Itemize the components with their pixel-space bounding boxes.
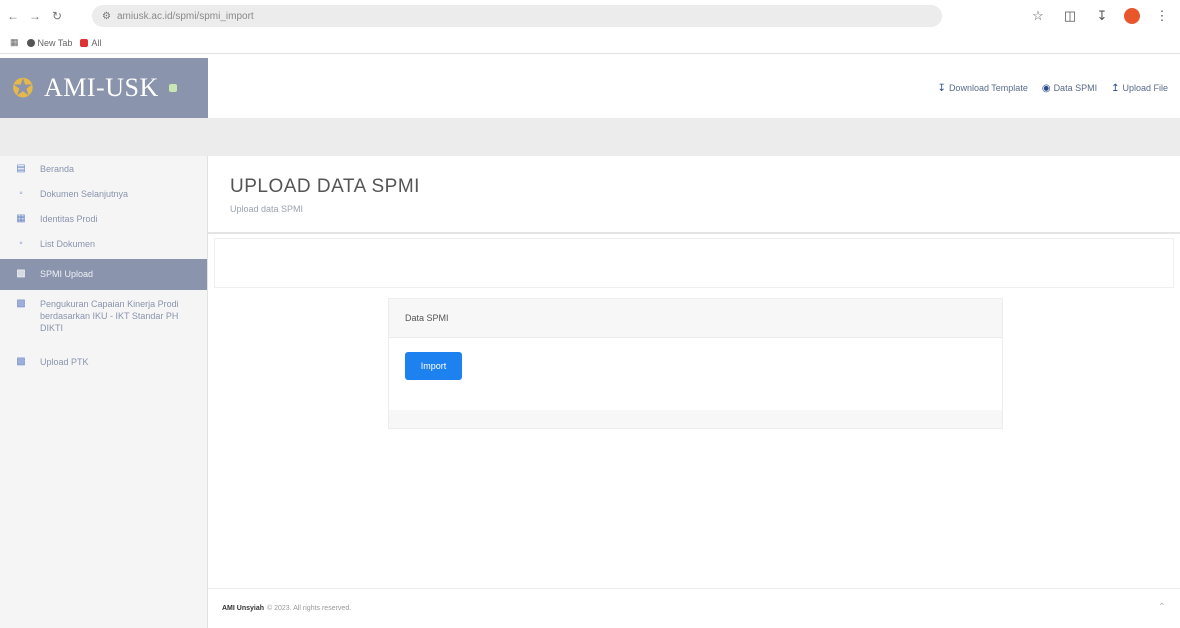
download-template-link[interactable]: ↧ Download Template — [938, 83, 1028, 94]
users-icon: ◉ — [1041, 82, 1051, 94]
footer: AMI Unsyiah © 2023. All rights reserved. — [208, 588, 1180, 628]
folder-icon — [80, 38, 89, 47]
data-spmi-label: Data SPMI — [1053, 83, 1098, 93]
globe-icon — [26, 38, 35, 47]
upload-file-link[interactable]: ↥ Upload File — [1111, 83, 1168, 94]
document-icon: ◦ — [19, 238, 23, 249]
data-spmi-link[interactable]: ◉ Data SPMI — [1042, 83, 1097, 94]
page-subtitle: Upload data SPMI — [230, 204, 304, 214]
download-icon[interactable]: ↧ — [1092, 6, 1112, 26]
upload-icon: ↥ — [1111, 82, 1120, 94]
calendar-icon: ▩ — [16, 356, 26, 367]
top-navbar: ↧ Download Template ◉ Data SPMI ↥ Upload… — [208, 58, 1180, 118]
sidebar-item-label: Pengukuran Capaian Kinerja Prodi berdasa… — [40, 299, 179, 333]
brand-name[interactable]: AMI-USK — [44, 73, 159, 103]
import-button[interactable]: Import — [405, 352, 462, 380]
sidebar-item-label: Identitas Prodi — [40, 214, 98, 224]
extensions-icon[interactable]: ◫ — [1060, 6, 1080, 26]
sidebar-item-label: List Dokumen — [40, 239, 96, 249]
back-icon[interactable]: ← — [4, 7, 22, 25]
calendar-icon: ▩ — [16, 298, 26, 309]
sidebar-item-label: SPMI Upload — [40, 269, 94, 279]
apps-icon[interactable]: ▦ — [10, 37, 19, 48]
sidebar-toggle-icon[interactable] — [168, 84, 177, 92]
bookmarks-bar: ▦ New Tab All — [0, 32, 1180, 54]
address-bar[interactable]: ⚙ amiusk.ac.id/spmi/spmi_import — [92, 5, 942, 27]
bookmark-all[interactable]: All — [80, 38, 101, 48]
id-card-icon: ▦ — [16, 213, 26, 224]
sidebar-item-label: Upload PTK — [40, 357, 89, 367]
calendar-icon: ▩ — [16, 268, 26, 279]
menu-icon[interactable]: ⋮ — [1152, 6, 1172, 26]
sidebar-item-upload-ptk[interactable]: ▩ Upload PTK — [0, 350, 207, 378]
card-header: Data SPMI — [389, 299, 1002, 338]
sidebar-item-pengukuran-capaian[interactable]: ▩ Pengukuran Capaian Kinerja Prodi berda… — [0, 290, 207, 350]
download-icon: ↧ — [937, 82, 946, 94]
chart-icon: ▤ — [16, 163, 26, 174]
sub-header-bar — [0, 118, 1180, 156]
bookmark-new-tab[interactable]: New Tab — [26, 37, 73, 48]
sidebar-item-spmi-upload[interactable]: ▩ SPMI Upload — [0, 259, 207, 290]
main-content: UPLOAD DATA SPMI Upload data SPMI Data S… — [208, 156, 1180, 628]
profile-avatar[interactable] — [1124, 8, 1140, 24]
footer-brand: AMI Unsyiah — [222, 605, 265, 612]
url-text: amiusk.ac.id/spmi/spmi_import — [116, 10, 254, 22]
sidebar-item-label: Beranda — [40, 164, 75, 174]
brand-bar: ✪ AMI-USK — [0, 58, 208, 118]
upload-file-label: Upload File — [1122, 83, 1168, 93]
site-info-icon[interactable]: ⚙ — [102, 11, 111, 22]
divider — [208, 232, 1180, 234]
data-spmi-card: Data SPMI Import — [388, 298, 1003, 429]
sidebar-item-dokumen-selanjutnya[interactable]: ◦ Dokumen Selanjutnya — [0, 181, 207, 206]
sidebar-item-label: Dokumen Selanjutnya — [40, 189, 129, 199]
sidebar: ▤ Beranda ◦ Dokumen Selanjutnya ▦ Identi… — [0, 156, 208, 628]
footer-text: © 2023. All rights reserved. — [267, 605, 352, 612]
content-strip — [214, 238, 1174, 288]
scroll-top-icon[interactable]: ⌃ — [1158, 602, 1166, 613]
card-body: Import — [389, 338, 1002, 410]
bookmark-label: New Tab — [37, 37, 73, 48]
sidebar-item-identitas-prodi[interactable]: ▦ Identitas Prodi — [0, 206, 207, 231]
logo-icon: ✪ — [12, 73, 34, 103]
download-template-label: Download Template — [948, 83, 1028, 93]
forward-icon[interactable]: → — [26, 7, 44, 25]
sidebar-item-list-dokumen[interactable]: ◦ List Dokumen — [0, 231, 207, 259]
reload-icon[interactable]: ↻ — [48, 7, 66, 25]
browser-toolbar: ← → ↻ ⚙ amiusk.ac.id/spmi/spmi_import ☆ … — [0, 0, 1180, 32]
bookmark-label: All — [91, 37, 102, 48]
sidebar-item-beranda[interactable]: ▤ Beranda — [0, 156, 207, 181]
bookmark-star-icon[interactable]: ☆ — [1028, 6, 1048, 26]
page-title: UPLOAD DATA SPMI — [230, 176, 420, 197]
document-icon: ◦ — [19, 188, 23, 199]
